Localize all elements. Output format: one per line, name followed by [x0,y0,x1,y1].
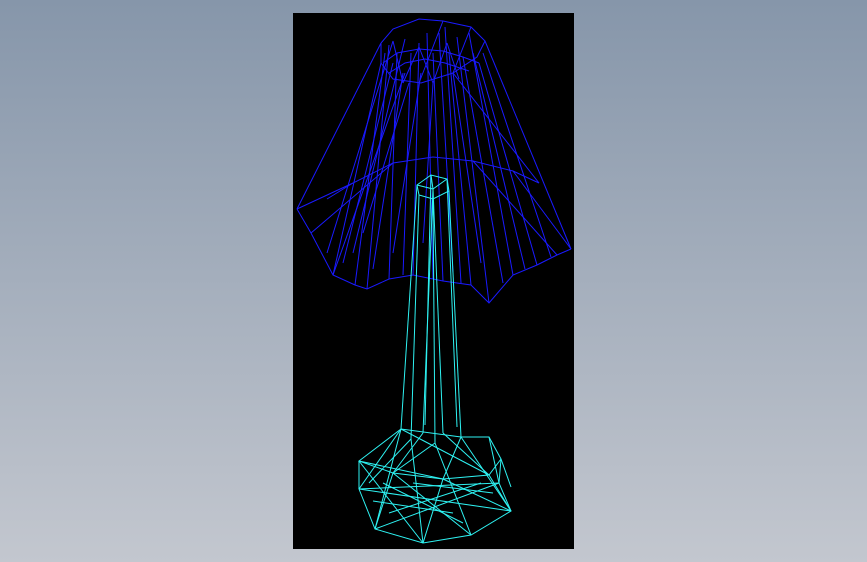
model-viewport[interactable] [293,13,574,549]
cad-workspace [0,0,867,562]
lamp-base-wireframe [357,174,512,544]
wireframe-lamp-model[interactable] [293,13,574,549]
